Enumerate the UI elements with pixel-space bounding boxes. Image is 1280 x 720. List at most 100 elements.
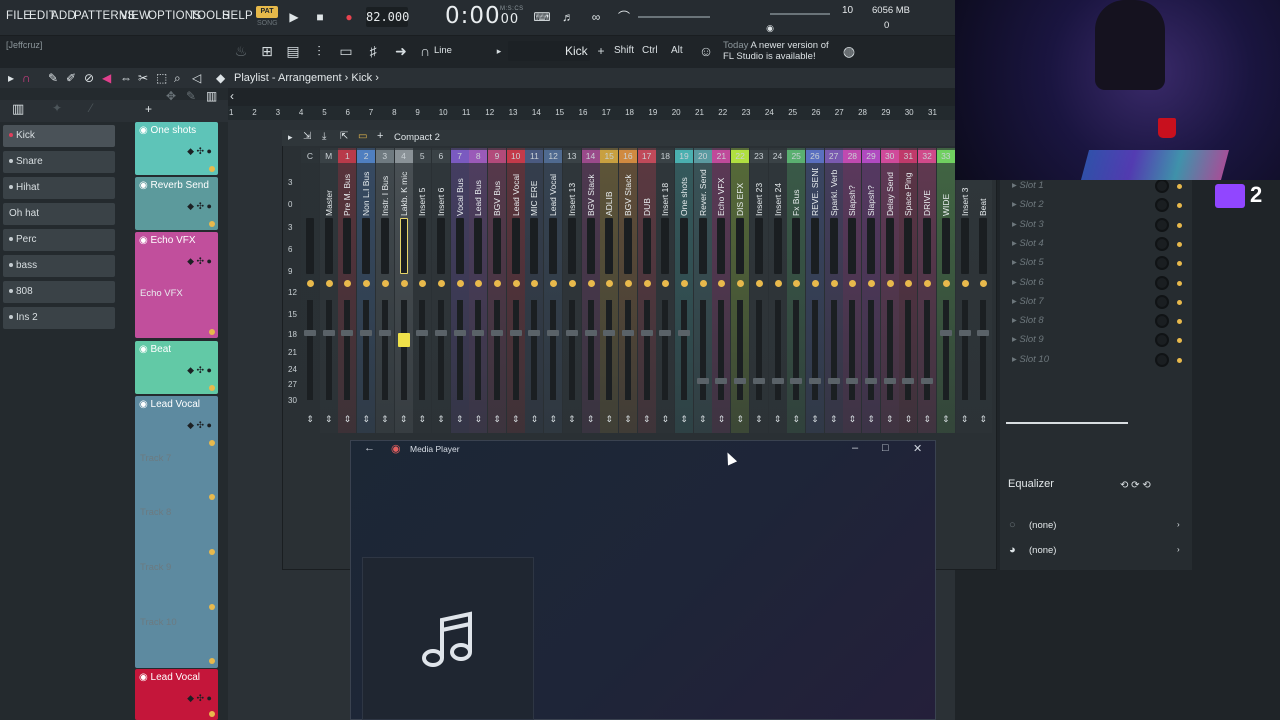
track-beat[interactable]: ◉ Beat ◆ ✣ ● — [135, 341, 218, 394]
mixer-route-arrows-icon[interactable]: ⇕ — [507, 413, 525, 426]
timeline-ruler[interactable] — [228, 106, 955, 120]
mixer-fader[interactable] — [902, 378, 915, 384]
slice-icon[interactable]: ✂ — [138, 71, 148, 85]
mixer-strip-number[interactable]: 11 — [525, 150, 544, 163]
mixer-fader[interactable] — [958, 330, 971, 336]
mixer-fader[interactable] — [341, 330, 354, 336]
mixer-insert-slot[interactable]: ▸ Slot 5 — [1012, 257, 1044, 268]
mixer-fader-track[interactable] — [980, 300, 987, 400]
zoom-icon[interactable]: ⌕ — [174, 71, 181, 86]
piano-icon[interactable]: ▥ — [12, 101, 24, 117]
track-knob[interactable] — [209, 549, 215, 555]
mixer-pan-knob[interactable] — [643, 280, 651, 287]
track-knob[interactable] — [209, 658, 215, 664]
mixer-route-arrows-icon[interactable]: ⇕ — [694, 413, 712, 426]
mixer-route-arrows-icon[interactable]: ⇕ — [787, 413, 805, 426]
track-controls-icon[interactable]: ◆ ✣ ● — [187, 365, 212, 376]
ctrl-key[interactable]: Ctrl — [642, 45, 658, 56]
mixer-fader-track[interactable] — [662, 300, 669, 400]
mixer-route-arrows-icon[interactable]: ⇕ — [544, 413, 562, 426]
mixer-fader-track[interactable] — [886, 300, 893, 400]
mixer-fader-track[interactable] — [699, 300, 706, 400]
slip-icon[interactable]: ⇔ — [120, 71, 132, 85]
mixer-fader[interactable] — [939, 330, 952, 336]
back-arrow-icon[interactable]: ← — [364, 442, 375, 454]
mixer-strip-number[interactable]: 22 — [731, 150, 750, 163]
mixer-pan-knob[interactable] — [325, 280, 333, 287]
mixer-route-arrows-icon[interactable]: ⇕ — [899, 413, 917, 426]
mixer-fader-track[interactable] — [325, 300, 332, 400]
mixer-fader[interactable] — [977, 330, 990, 336]
speaker-icon[interactable]: ◆ — [216, 71, 225, 85]
slot-enable-led[interactable] — [1177, 184, 1182, 189]
channel-bass[interactable]: bass — [3, 255, 115, 277]
mixer-insert-slot[interactable]: ▸ Slot 10 — [1012, 354, 1049, 365]
mixer-fader[interactable] — [696, 378, 709, 384]
mixer-insert-slot[interactable]: ▸ Slot 1 — [1012, 180, 1044, 191]
mixer-pan-knob[interactable] — [624, 280, 632, 287]
mixer-fader[interactable] — [790, 378, 803, 384]
mixer-fader-track[interactable] — [905, 300, 912, 400]
minimize-icon[interactable]: – — [852, 442, 858, 454]
mixer-fader[interactable] — [827, 378, 840, 384]
menu-view[interactable]: VIEW — [120, 10, 150, 22]
song-mode-label[interactable]: SONG — [257, 20, 278, 27]
add-channel-icon[interactable]: + — [592, 42, 610, 60]
mixer-pan-knob[interactable] — [456, 280, 464, 287]
route-out-icon[interactable]: ◕ — [1009, 544, 1016, 556]
chevron-right-icon[interactable]: ▸ — [8, 71, 14, 85]
mixer-strip-number[interactable]: 1 — [338, 150, 357, 163]
playback-icon[interactable]: ◁ — [192, 71, 201, 85]
pattern-icon[interactable]: ✦ — [52, 101, 62, 115]
snap-select[interactable]: Line — [434, 45, 452, 56]
pattern-mode-toggle[interactable]: PAT — [256, 6, 278, 18]
mixer-pan-knob[interactable] — [774, 280, 782, 287]
collapse-icon[interactable]: ‹ — [230, 89, 234, 103]
slot-enable-led[interactable] — [1177, 299, 1182, 305]
mixer-route-arrows-icon[interactable]: ⇕ — [843, 413, 861, 426]
mixer-fader[interactable] — [304, 330, 316, 336]
record-icon[interactable]: ● — [341, 9, 357, 25]
mixer-fader[interactable] — [416, 330, 429, 336]
mixer-route-arrows-icon[interactable]: ⇕ — [451, 413, 469, 426]
mixer-route-arrows-icon[interactable]: ⇕ — [338, 413, 356, 426]
mixer-fader-track[interactable] — [755, 300, 762, 400]
mixer-fader-track[interactable] — [624, 300, 631, 400]
mixer-fader[interactable] — [621, 330, 634, 336]
piano-roll-icon[interactable]: ▤ — [284, 42, 302, 60]
mixer-strip-number[interactable]: 23 — [749, 150, 768, 163]
menu-help[interactable]: HELP — [222, 10, 253, 22]
metronome-icon[interactable]: ⌒ — [616, 9, 632, 25]
play-icon[interactable]: ▶ — [286, 9, 302, 25]
track-one-shots[interactable]: ◉ One shots ◆ ✣ ● — [135, 122, 218, 175]
mixer-route-arrows-icon[interactable]: ⇕ — [881, 413, 899, 426]
mixer-route-arrows-icon[interactable]: ⇕ — [563, 413, 581, 426]
mixer-strip-number[interactable]: 12 — [544, 150, 563, 163]
mixer-route-arrows-icon[interactable]: ⇕ — [376, 413, 394, 426]
mixer-strip-number[interactable]: M — [319, 150, 338, 163]
mixer-strip-number[interactable]: 33 — [936, 150, 955, 163]
track-knob[interactable] — [209, 711, 215, 717]
globe-icon[interactable]: ◍ — [840, 42, 858, 60]
mixer-strip-number[interactable]: C — [301, 150, 319, 163]
mixer-fader[interactable] — [434, 330, 447, 336]
mixer-route-arrows-icon[interactable]: ⇕ — [432, 413, 450, 426]
slot-enable-led[interactable] — [1177, 241, 1182, 247]
channel-rack-icon[interactable]: ⫶ — [310, 42, 328, 60]
output-route[interactable]: (none) — [1029, 545, 1056, 556]
track-controls-icon[interactable]: ◆ ✣ ● — [187, 201, 212, 212]
mixer-fader-track[interactable] — [381, 300, 388, 400]
mixer-fader[interactable] — [509, 330, 522, 336]
slot-mix-knob[interactable] — [1155, 352, 1169, 367]
mixer-insert-slot[interactable]: ▸ Slot 9 — [1012, 334, 1044, 345]
mixer-strip-number[interactable]: 10 — [506, 150, 525, 163]
slot-mix-knob[interactable] — [1155, 236, 1169, 251]
mixer-fader-track[interactable] — [587, 300, 594, 400]
mixer-strip-number[interactable]: 29 — [862, 150, 880, 163]
track-echo-vfx[interactable]: ◉ Echo VFX ◆ ✣ ● Echo VFX — [135, 232, 218, 338]
master-pitch-slider[interactable] — [770, 13, 830, 15]
mixer-fader-track[interactable] — [849, 300, 856, 400]
mixer-route-arrows-icon[interactable]: ⇕ — [675, 413, 693, 426]
track-controls-icon[interactable]: ◆ ✣ ● — [187, 420, 212, 431]
alt-key[interactable]: Alt — [671, 45, 683, 56]
